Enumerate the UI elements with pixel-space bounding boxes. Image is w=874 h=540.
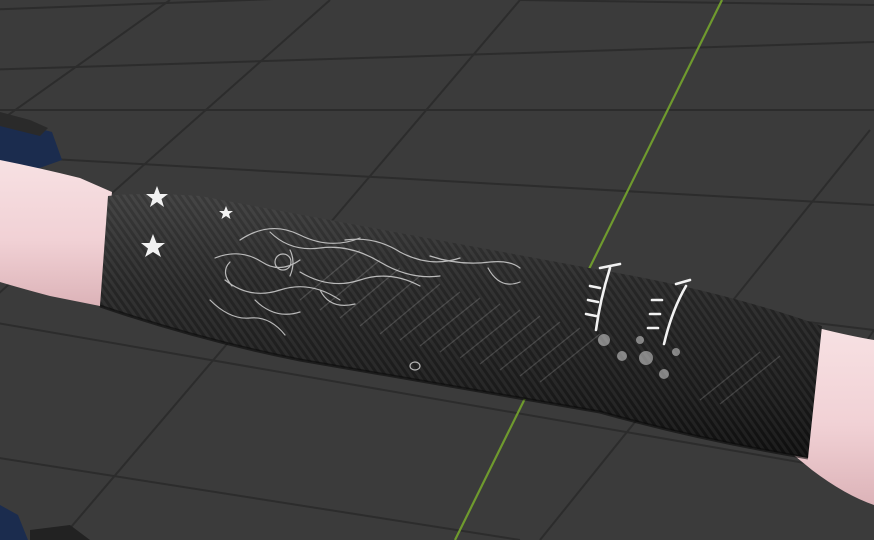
3d-viewport[interactable]	[0, 0, 874, 540]
viewport-scene[interactable]	[0, 0, 874, 540]
